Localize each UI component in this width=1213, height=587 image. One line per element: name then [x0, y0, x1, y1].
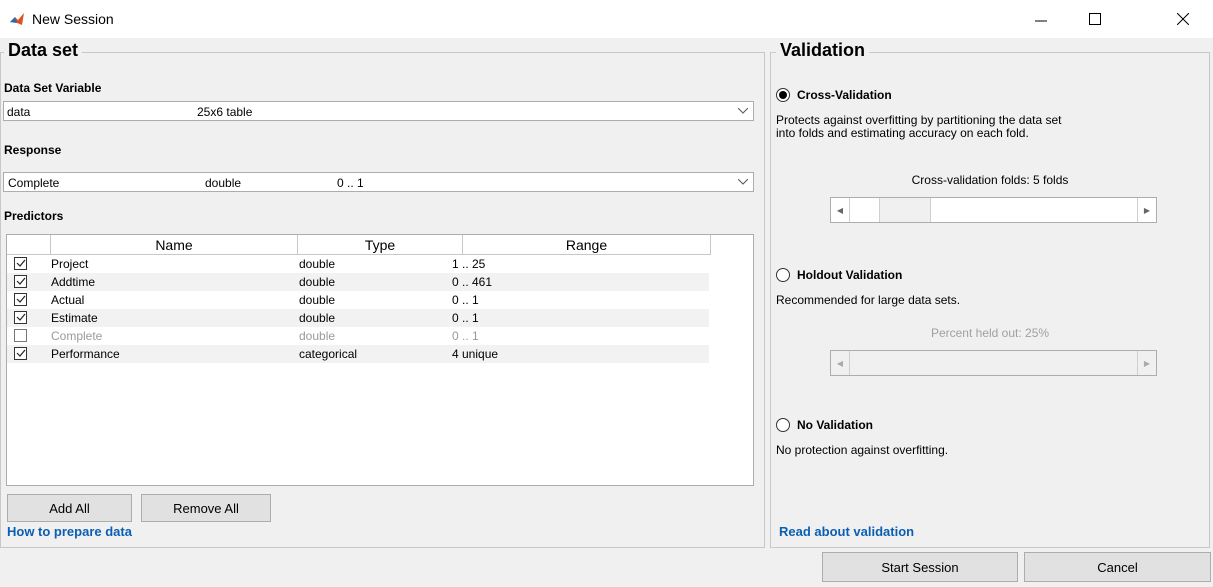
slider-left-arrow-icon[interactable]: ◀: [831, 198, 850, 222]
minimize-icon: [1035, 20, 1047, 22]
row-checkbox[interactable]: [14, 257, 27, 270]
row-name: Performance: [51, 347, 120, 361]
no-validation-radio[interactable]: [776, 418, 790, 432]
response-range: 0 .. 1: [337, 176, 364, 190]
slider-right-arrow-icon[interactable]: ▶: [1137, 351, 1156, 375]
dataset-variable-select[interactable]: data 25x6 table: [3, 101, 754, 121]
row-name: Complete: [51, 329, 103, 343]
response-select[interactable]: Complete double 0 .. 1: [3, 172, 754, 192]
validation-panel-title: Validation: [776, 40, 870, 61]
table-header-name[interactable]: Name: [51, 235, 298, 255]
table-row[interactable]: Project double 1 .. 25: [7, 255, 709, 273]
cross-validation-radio[interactable]: [776, 88, 790, 102]
remove-all-button[interactable]: Remove All: [141, 494, 271, 522]
row-type: double: [299, 275, 336, 289]
response-name: Complete: [8, 176, 60, 190]
no-validation-label[interactable]: No Validation: [797, 418, 873, 432]
row-range: 4 unique: [452, 347, 499, 361]
cross-validation-label[interactable]: Cross-Validation: [797, 88, 892, 102]
row-type: double: [299, 257, 336, 271]
minimize-button[interactable]: [1018, 0, 1064, 38]
table-row[interactable]: Performance categorical 4 unique: [7, 345, 709, 363]
table-row[interactable]: Estimate double 0 .. 1: [7, 309, 709, 327]
row-checkbox[interactable]: [14, 293, 27, 306]
holdout-validation-desc: Recommended for large data sets.: [776, 293, 961, 307]
no-validation-desc: No protection against overfitting.: [776, 443, 949, 457]
maximize-button[interactable]: [1072, 0, 1118, 38]
table-header-range[interactable]: Range: [463, 235, 711, 255]
row-range: 0 .. 1: [452, 293, 479, 307]
cross-validation-desc-1: Protects against overfitting by partitio…: [776, 113, 1062, 127]
row-checkbox[interactable]: [14, 311, 27, 324]
row-type: double: [299, 329, 336, 343]
row-name: Project: [51, 257, 89, 271]
row-range: 1 .. 25: [452, 257, 486, 271]
cross-validation-folds-slider[interactable]: ◀ ▶: [830, 197, 1157, 223]
slider-left-arrow-icon[interactable]: ◀: [831, 351, 850, 375]
how-to-prepare-data-link[interactable]: How to prepare data: [7, 524, 132, 539]
dataset-variable-label: Data Set Variable: [4, 81, 102, 95]
start-session-button[interactable]: Start Session: [822, 552, 1018, 582]
row-checkbox[interactable]: [14, 329, 27, 342]
table-row[interactable]: Complete double 0 .. 1: [7, 327, 709, 345]
row-type: double: [299, 311, 336, 325]
slider-thumb[interactable]: [879, 198, 931, 222]
table-header-check: [7, 235, 51, 255]
row-range: 0 .. 1: [452, 329, 479, 343]
row-name: Addtime: [51, 275, 96, 289]
predictors-label: Predictors: [4, 209, 64, 223]
window-title: New Session: [32, 11, 114, 27]
cancel-button[interactable]: Cancel: [1024, 552, 1211, 582]
read-about-validation-link[interactable]: Read about validation: [779, 524, 914, 539]
cross-validation-desc-2: into folds and estimating accuracy on ea…: [776, 126, 1029, 140]
holdout-validation-label[interactable]: Holdout Validation: [797, 268, 902, 282]
dataset-panel-title: Data set: [4, 40, 83, 61]
response-type: double: [205, 176, 242, 190]
row-type: categorical: [299, 347, 358, 361]
matlab-logo-icon: [10, 13, 24, 25]
row-range: 0 .. 461: [452, 275, 493, 289]
predictors-table[interactable]: Name Type Range Project double 1 .. 25 A…: [6, 234, 754, 486]
dataset-variable-name: data: [7, 105, 31, 119]
close-icon: [1177, 13, 1189, 25]
table-header-type[interactable]: Type: [298, 235, 463, 255]
cross-validation-folds-label: Cross-validation folds: 5 folds: [911, 173, 1069, 187]
holdout-validation-radio[interactable]: [776, 268, 790, 282]
dataset-variable-desc: 25x6 table: [197, 105, 253, 119]
title-bar: New Session: [0, 0, 1213, 38]
maximize-icon: [1089, 13, 1101, 25]
close-window-button[interactable]: [1160, 0, 1206, 38]
row-name: Estimate: [51, 311, 98, 325]
row-name: Actual: [51, 293, 85, 307]
table-row[interactable]: Addtime double 0 .. 461: [7, 273, 709, 291]
chevron-down-icon: [733, 102, 753, 120]
percent-held-out-label: Percent held out: 25%: [930, 326, 1050, 340]
row-checkbox[interactable]: [14, 275, 27, 288]
chevron-down-icon: [733, 173, 753, 191]
response-label: Response: [4, 143, 62, 157]
row-type: double: [299, 293, 336, 307]
row-checkbox[interactable]: [14, 347, 27, 360]
slider-right-arrow-icon[interactable]: ▶: [1137, 198, 1156, 222]
row-range: 0 .. 1: [452, 311, 479, 325]
add-all-button[interactable]: Add All: [7, 494, 132, 522]
percent-held-out-slider[interactable]: ◀ ▶: [830, 350, 1157, 376]
table-row[interactable]: Actual double 0 .. 1: [7, 291, 709, 309]
